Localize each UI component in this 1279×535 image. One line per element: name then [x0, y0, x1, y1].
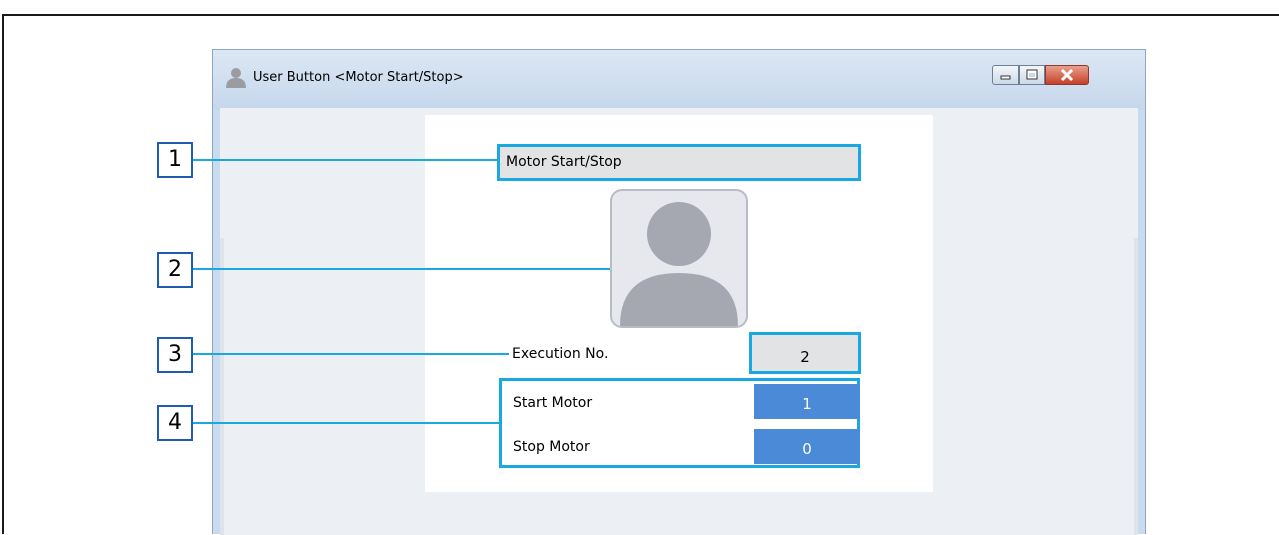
maximize-icon: [1020, 69, 1044, 88]
callout-4: 4: [157, 405, 193, 441]
button-name-field[interactable]: Motor Start/Stop: [497, 144, 861, 181]
title-bar[interactable]: User Button <Motor Start/Stop>: [213, 50, 1145, 110]
command-items-group: Start Motor 1 Stop Motor 0: [499, 378, 860, 468]
item-label-start-motor: Start Motor: [513, 395, 593, 411]
item-label-stop-motor: Stop Motor: [513, 439, 590, 455]
client-edge-left: [220, 238, 224, 535]
window-title: User Button <Motor Start/Stop>: [253, 70, 464, 85]
minimize-button[interactable]: [992, 65, 1019, 85]
minimize-icon: [993, 69, 1018, 88]
maximize-button[interactable]: [1019, 65, 1045, 85]
execution-no-label: Execution No.: [512, 346, 609, 362]
item-value-stop-motor[interactable]: 0: [754, 429, 860, 464]
button-image[interactable]: [610, 189, 748, 328]
execution-no-field[interactable]: 2: [749, 332, 861, 374]
close-button[interactable]: [1045, 65, 1089, 85]
close-icon: [1046, 68, 1088, 88]
item-value-start-motor[interactable]: 1: [754, 384, 860, 419]
client-edge-right: [1134, 238, 1138, 535]
person-silhouette-icon: [612, 202, 746, 326]
leader-line-3: [193, 353, 509, 355]
callout-3: 3: [157, 337, 193, 373]
leader-line-2: [193, 268, 610, 270]
callout-1: 1: [157, 142, 193, 178]
callout-2: 2: [157, 252, 193, 288]
user-icon: [225, 66, 247, 88]
leader-line-4: [193, 422, 499, 424]
leader-line-1: [193, 159, 500, 161]
